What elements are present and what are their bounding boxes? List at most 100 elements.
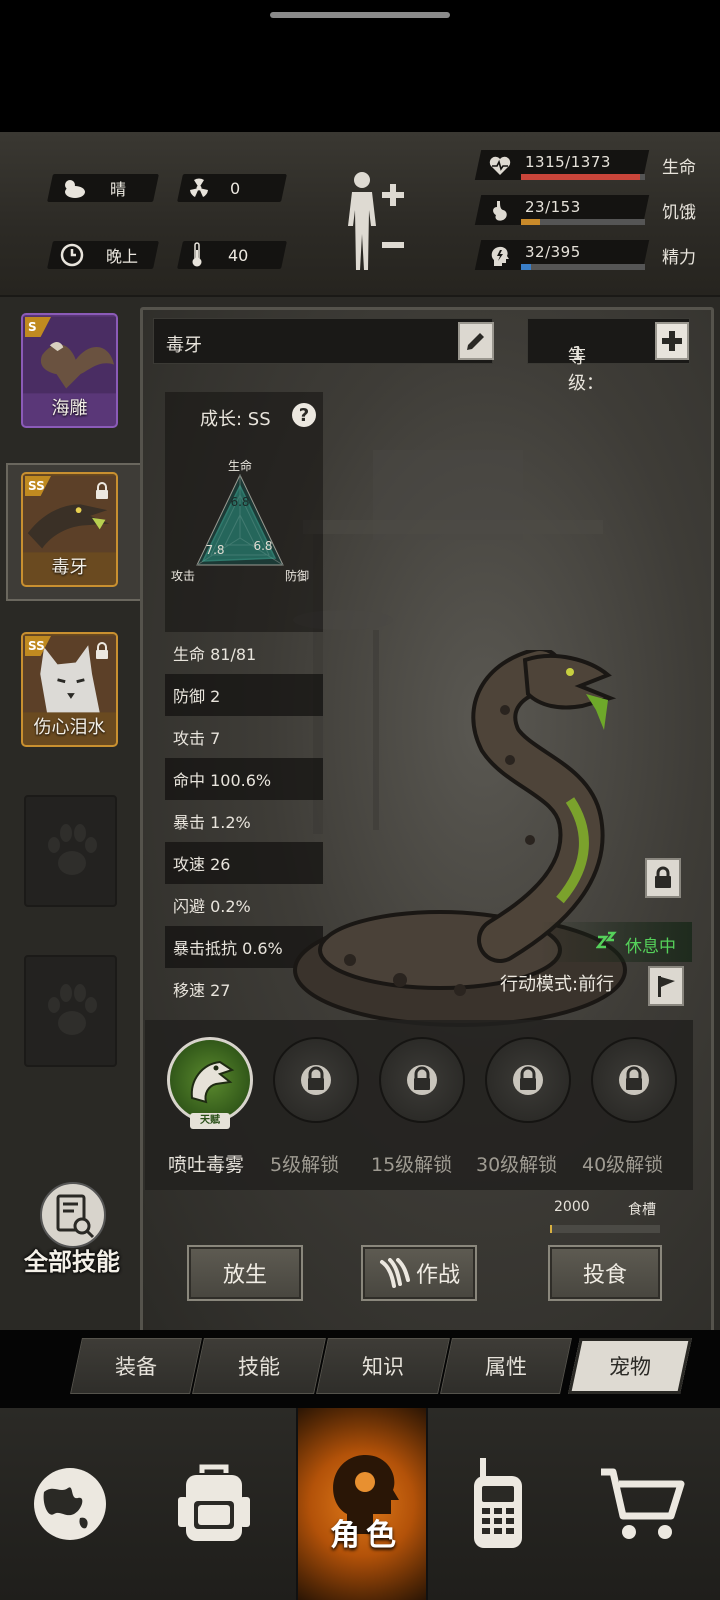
skill-slot-locked[interactable] bbox=[591, 1037, 681, 1127]
pet-slot-sea-eagle[interactable]: S 海雕 bbox=[21, 313, 118, 428]
skill-label: 40级解锁 bbox=[582, 1154, 664, 1176]
backpack-icon bbox=[178, 1464, 250, 1541]
pet-name-field[interactable]: 毒牙 bbox=[153, 318, 493, 364]
temperature-value: 40 bbox=[228, 245, 249, 265]
hunger-stat: 23/153 饥饿 bbox=[474, 195, 710, 235]
energy-label: 精力 bbox=[662, 248, 696, 268]
feed-button[interactable]: 投食 bbox=[548, 1245, 662, 1301]
skill-label: 喷吐毒雾 bbox=[168, 1154, 245, 1176]
pet-name: 伤心泪水 bbox=[33, 717, 106, 738]
health-label: 生命 bbox=[662, 158, 696, 178]
sleep-icon bbox=[596, 931, 617, 949]
nav-radio[interactable] bbox=[428, 1408, 568, 1600]
tab-pets[interactable]: 宠物 bbox=[568, 1338, 692, 1394]
rest-status: 休息中 bbox=[540, 922, 692, 962]
action-mode-text: 行动模式:前行 bbox=[500, 974, 615, 995]
tab-label: 宠物 bbox=[609, 1355, 651, 1379]
tab-label: 知识 bbox=[362, 1355, 404, 1379]
skill-slot-locked[interactable] bbox=[379, 1037, 469, 1127]
rename-button[interactable] bbox=[458, 322, 494, 360]
tab-attributes[interactable]: 属性 bbox=[440, 1338, 572, 1394]
health-bar-fill bbox=[521, 174, 640, 180]
time-indicator: 晚上 bbox=[60, 241, 138, 269]
nav-inventory[interactable] bbox=[144, 1408, 284, 1600]
radar-axis-attack: 攻击 bbox=[171, 569, 195, 583]
globe-icon bbox=[34, 1468, 106, 1540]
tab-label: 装备 bbox=[115, 1355, 157, 1379]
radio-icon bbox=[474, 1458, 522, 1548]
lock-icon bbox=[619, 1065, 649, 1095]
body-status-icon[interactable] bbox=[338, 170, 410, 274]
snake-head-icon bbox=[190, 1060, 235, 1104]
skill-slot-venom-spray[interactable]: 天赋 bbox=[167, 1037, 257, 1129]
nav-character-label: 角色 bbox=[330, 1518, 402, 1553]
pencil-icon bbox=[467, 333, 484, 350]
hunger-text: 23/153 bbox=[525, 198, 581, 216]
weather-indicator: 晴 bbox=[60, 174, 126, 202]
pet-name: 海雕 bbox=[51, 398, 88, 419]
battle-button[interactable]: 作战 bbox=[361, 1245, 477, 1301]
pet-name-value: 毒牙 bbox=[166, 335, 202, 356]
action-mode-button[interactable] bbox=[648, 966, 684, 1006]
heart-pulse-icon bbox=[489, 156, 511, 175]
nav-world[interactable] bbox=[0, 1408, 140, 1600]
hunger-bar bbox=[521, 219, 645, 225]
flag-icon bbox=[658, 976, 675, 997]
pet-slot-venom-fang[interactable]: SS 毒牙 bbox=[21, 472, 118, 587]
skill-book-icon bbox=[40, 1182, 106, 1248]
radar-value-defense: 6.8 bbox=[253, 539, 272, 553]
weather-text: 晴 bbox=[110, 180, 127, 199]
skill-icon-frame bbox=[167, 1037, 253, 1123]
energy-bar bbox=[521, 264, 645, 270]
radar-axis-health: 生命 bbox=[228, 458, 252, 473]
stat-radar: 生命 攻击 防御 6.8 7.8 6.8 bbox=[171, 458, 309, 583]
nav-character[interactable] bbox=[296, 1408, 428, 1600]
skill-label: 5级解锁 bbox=[270, 1154, 340, 1176]
pet-slot-sad-tears[interactable]: SS 伤心泪水 bbox=[21, 632, 118, 747]
tab-label: 属性 bbox=[485, 1355, 527, 1379]
pet-name: 毒牙 bbox=[51, 557, 88, 578]
empty-pet-slot[interactable] bbox=[24, 955, 117, 1067]
help-icon[interactable]: ? bbox=[292, 403, 316, 427]
food-bar-fill bbox=[550, 1225, 553, 1233]
radar-value-attack: 7.8 bbox=[205, 543, 224, 557]
rest-status-text: 休息中 bbox=[625, 937, 676, 957]
tab-label: 技能 bbox=[238, 1355, 280, 1379]
talent-badge: 天赋 bbox=[190, 1113, 230, 1129]
all-skills-button[interactable]: 全部技能 bbox=[24, 1180, 124, 1280]
skill-slot-locked[interactable] bbox=[273, 1037, 363, 1127]
radar-axis-defense: 防御 bbox=[285, 568, 309, 583]
lock-icon bbox=[513, 1065, 543, 1095]
empty-pet-slot[interactable] bbox=[24, 795, 117, 907]
nav-shop[interactable] bbox=[572, 1408, 712, 1600]
growth-label: 成长: SS bbox=[200, 409, 271, 430]
skill-icon-frame bbox=[273, 1037, 359, 1123]
tab-skills[interactable]: 技能 bbox=[192, 1338, 326, 1394]
feed-label: 投食 bbox=[582, 1263, 627, 1288]
paw-icon bbox=[48, 824, 97, 875]
level-up-button[interactable] bbox=[655, 322, 689, 360]
energy-stat: 32/395 精力 bbox=[474, 240, 710, 280]
pull-indicator bbox=[270, 12, 450, 18]
tab-equipment[interactable]: 装备 bbox=[70, 1338, 202, 1394]
radar-value-health: 6.8 bbox=[230, 495, 249, 509]
head-bolt-icon bbox=[491, 246, 509, 266]
temperature-indicator: 40 bbox=[190, 241, 248, 269]
battle-label: 作战 bbox=[415, 1263, 460, 1288]
status-bar-area bbox=[0, 0, 720, 132]
skill-label: 30级解锁 bbox=[476, 1154, 558, 1176]
skill-icon-frame bbox=[379, 1037, 465, 1123]
hunger-label: 饥饿 bbox=[662, 203, 696, 223]
thermometer-icon bbox=[192, 242, 202, 267]
time-of-day-text: 晚上 bbox=[106, 247, 139, 266]
skill-icon-frame bbox=[591, 1037, 677, 1123]
release-button[interactable]: 放生 bbox=[187, 1245, 303, 1301]
radiation-indicator: 0 bbox=[188, 174, 240, 202]
skill-label: 15级解锁 bbox=[371, 1154, 453, 1176]
skill-slot-locked[interactable] bbox=[485, 1037, 575, 1127]
hunger-bar-fill bbox=[521, 219, 540, 225]
claw-icon bbox=[379, 1258, 410, 1288]
release-label: 放生 bbox=[222, 1263, 267, 1288]
lock-pet-button[interactable] bbox=[645, 858, 681, 898]
tab-knowledge[interactable]: 知识 bbox=[316, 1338, 450, 1394]
